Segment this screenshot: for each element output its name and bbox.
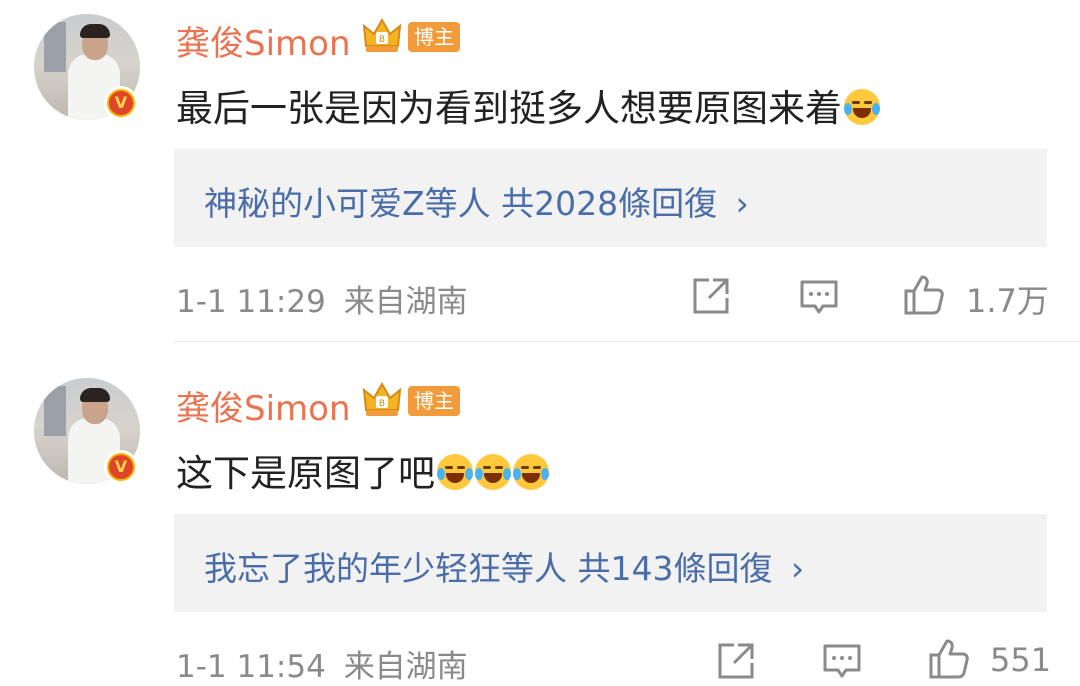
like-icon[interactable]: [902, 273, 946, 317]
verified-v-icon: V: [104, 86, 138, 120]
reply-users: 我忘了我的年少轻狂等人: [204, 549, 567, 588]
comment-icon[interactable]: [799, 278, 839, 318]
share-icon[interactable]: [691, 276, 731, 316]
like-count: 1.7万: [966, 282, 1049, 320]
replies-summary[interactable]: 我忘了我的年少轻狂等人 共143條回復 ›: [174, 514, 1047, 612]
replies-summary[interactable]: 神秘的小可爱Z等人 共2028條回復 ›: [174, 149, 1047, 247]
timestamp: 1-1 11:54: [176, 649, 326, 685]
crown-badge-icon: B: [362, 17, 402, 52]
comment-text: 最后一张是因为看到挺多人想要原图来着: [176, 78, 880, 132]
comment-text: 这下是原图了吧: [176, 443, 549, 497]
svg-text:B: B: [379, 399, 385, 409]
laugh-cry-emoji-icon: [475, 454, 511, 490]
reply-count: 共143條回復: [577, 549, 773, 588]
location: 来自湖南: [343, 284, 468, 320]
chevron-right-icon: ›: [791, 549, 805, 588]
blogger-tag: 博主: [408, 22, 460, 52]
divider: [174, 341, 1080, 342]
comment-meta: 1-1 11:29 来自湖南: [176, 276, 468, 321]
share-icon[interactable]: [716, 641, 756, 681]
blogger-tag: 博主: [408, 386, 460, 416]
like-icon[interactable]: [927, 637, 971, 681]
location: 来自湖南: [343, 649, 468, 685]
verified-v-icon: V: [104, 450, 138, 484]
timestamp: 1-1 11:29: [176, 284, 326, 320]
chevron-right-icon: ›: [735, 184, 749, 223]
comment-icon[interactable]: [822, 642, 862, 682]
comment-text-content: 最后一张是因为看到挺多人想要原图来着: [176, 87, 842, 130]
comment-meta: 1-1 11:54 来自湖南: [176, 641, 468, 686]
svg-text:B: B: [379, 35, 385, 45]
crown-badge-icon: B: [362, 381, 402, 416]
laugh-cry-emoji-icon: [437, 454, 473, 490]
username[interactable]: 龚俊Simon: [176, 16, 351, 65]
username[interactable]: 龚俊Simon: [176, 381, 351, 430]
laugh-cry-emoji-icon: [844, 89, 880, 125]
laugh-cry-emoji-icon: [513, 454, 549, 490]
comment-text-content: 这下是原图了吧: [176, 452, 435, 495]
like-count: 551: [990, 641, 1052, 679]
reply-users: 神秘的小可爱Z等人: [204, 184, 491, 223]
reply-count: 共2028條回復: [501, 184, 718, 223]
